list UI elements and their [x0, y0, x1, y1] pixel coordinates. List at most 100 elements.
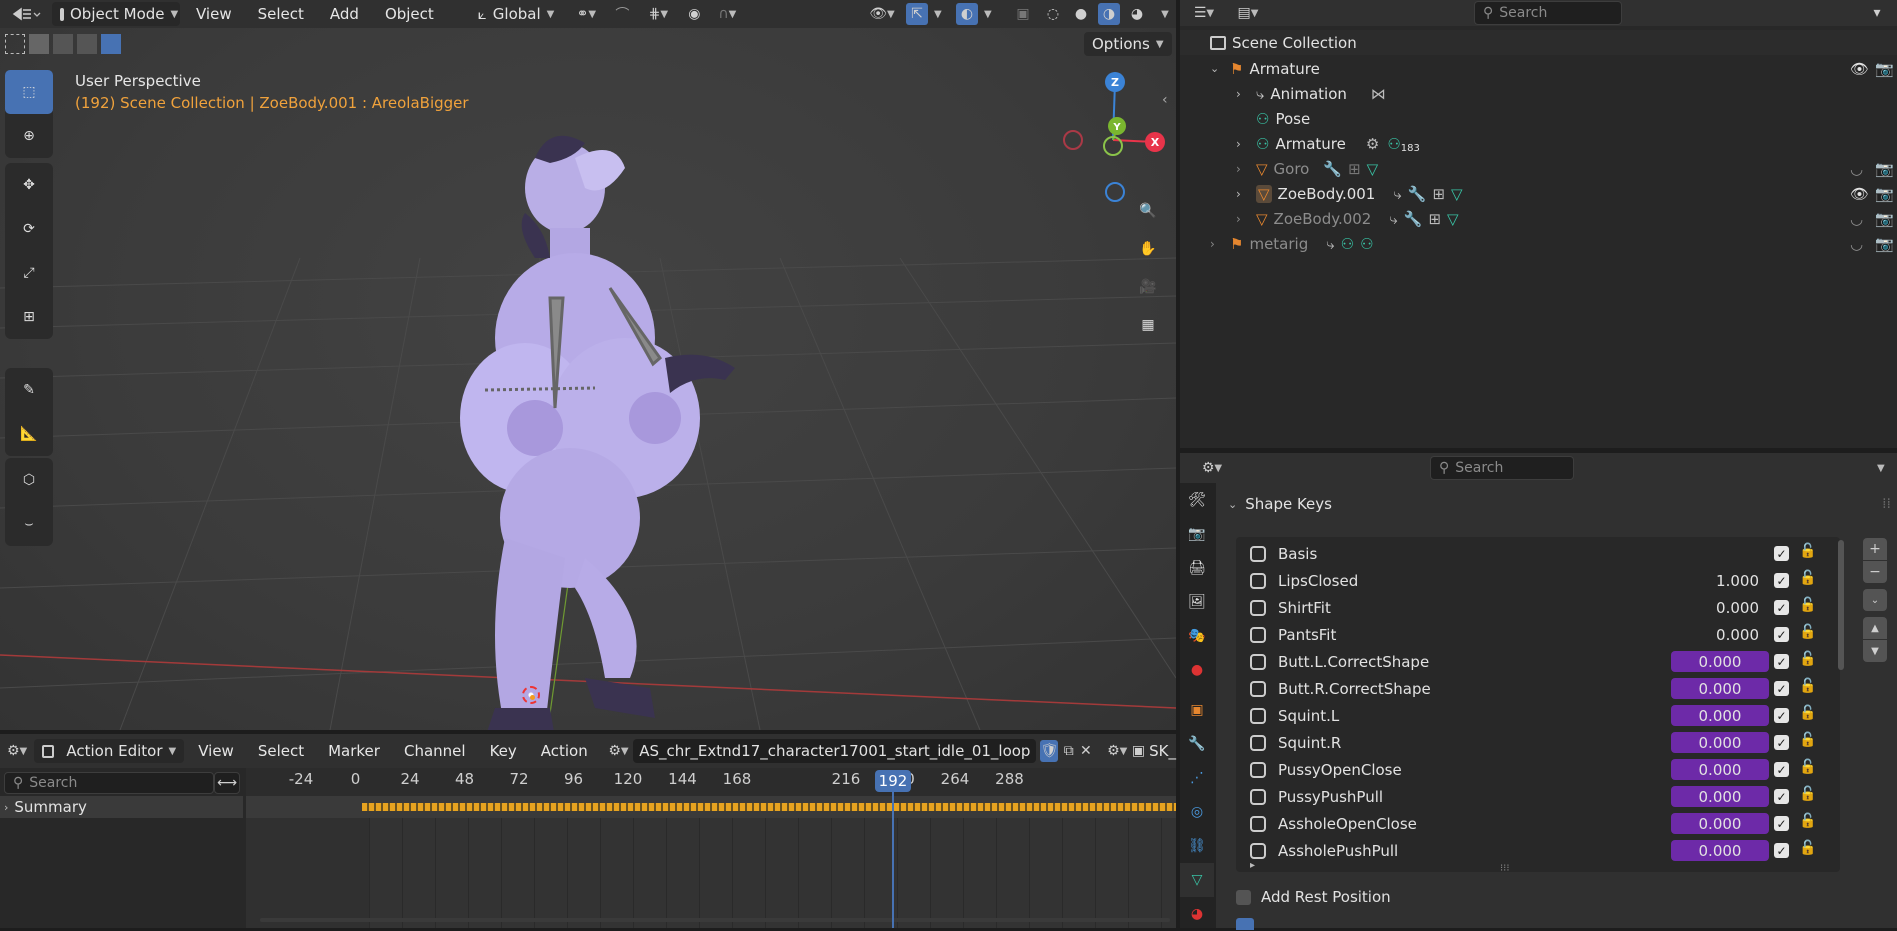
swap-arrows-icon[interactable]: ⟷ [214, 772, 240, 794]
lock-icon[interactable]: 🔓 [1799, 732, 1816, 748]
menu-select[interactable]: Select [248, 742, 314, 760]
chevron-down-icon[interactable]: ▼ [984, 9, 1004, 20]
shape-key-mute-checkbox[interactable]: ✓ [1774, 681, 1789, 696]
select-difference-icon[interactable] [77, 34, 97, 54]
eye-closed-icon[interactable]: ◡ [1850, 235, 1863, 253]
outliner-item-metarig[interactable]: › ⚑ metarig ⤷ ⚇ ⚇ ◡ 📷 [1180, 231, 1897, 256]
action-browse-icon[interactable]: ⚙ ▼ [608, 743, 629, 759]
outliner-item-goro[interactable]: › ▽ Goro 🔧 ⊞ ▽ ◡ 📷 [1180, 156, 1897, 181]
add-shape-key-button[interactable]: + [1863, 538, 1887, 560]
action-name-field[interactable]: AS_chr_Extnd17_character17001_start_idle… [633, 739, 1037, 763]
shape-key-value[interactable]: 0.000 [1671, 705, 1769, 726]
menu-add[interactable]: Add [320, 5, 369, 23]
outliner-item-armature-data[interactable]: › ⚇ Armature ⚙ ⚇ 183 [1180, 131, 1897, 156]
mode-dropdown[interactable]: Object Mode ▼ [52, 2, 180, 26]
shape-key-value[interactable]: 0.000 [1671, 651, 1769, 672]
outliner-item-zoebody-001[interactable]: › ▽ ZoeBody.001 ⤷ 🔧 ⊞ ▽ 👁 📷 [1180, 181, 1897, 206]
rendered-shading-icon[interactable]: ◕ [1126, 6, 1148, 22]
xray-icon[interactable]: ▣ [1010, 6, 1036, 22]
specials-menu-button[interactable]: ⌄ [1863, 589, 1887, 611]
list-resize-handle[interactable]: ⁝⁝⁝ [1500, 863, 1510, 874]
shape-key-value[interactable]: 0.000 [1671, 813, 1769, 834]
move-down-button[interactable]: ▼ [1863, 640, 1887, 662]
fake-user-icon[interactable]: 🛡 [1040, 740, 1059, 762]
unlink-action-icon[interactable]: ✕ [1079, 743, 1092, 759]
chevron-down-icon[interactable]: ▼ [934, 9, 950, 20]
tab-scene[interactable]: 🎭 [1180, 619, 1214, 653]
editor-type-icon[interactable]: ⚙ ▼ [1194, 460, 1230, 476]
tab-particles[interactable]: ⋰ [1180, 761, 1214, 795]
tab-material[interactable]: ◕ [1180, 897, 1214, 931]
orientation-dropdown[interactable]: ⟀ Global ▼ [470, 2, 563, 26]
lock-icon[interactable]: 🔓 [1799, 597, 1816, 613]
expand-arrow-icon[interactable]: ⌄ [1210, 62, 1224, 75]
outliner-item-animation[interactable]: › ⤷ Animation ⋈ [1180, 81, 1897, 106]
current-frame-badge[interactable]: 192 [875, 770, 911, 792]
shape-key-value[interactable]: 0.000 [1671, 732, 1769, 753]
sidebar-toggle-icon[interactable]: ‹ [1162, 92, 1168, 108]
camera-render-icon[interactable]: 📷 [1875, 60, 1894, 78]
tab-view-layer[interactable]: 🖼 [1180, 585, 1214, 619]
tab-object[interactable]: ▣ [1180, 693, 1214, 727]
channel-search-input[interactable]: ⚲ Search [4, 772, 214, 794]
duplicate-action-icon[interactable]: ⧉ [1062, 743, 1075, 759]
shape-key-value[interactable]: 0.000 [1671, 786, 1769, 807]
select-extend-icon[interactable] [29, 34, 49, 54]
outliner-item-pose[interactable]: ⚇ Pose [1180, 106, 1897, 131]
options-dropdown[interactable]: Options ▼ [1084, 32, 1172, 56]
tab-physics[interactable]: ◎ [1180, 795, 1214, 829]
lock-icon[interactable]: 🔓 [1799, 786, 1816, 802]
add-rest-position-checkbox[interactable] [1236, 889, 1251, 905]
lock-icon[interactable]: 🔓 [1799, 651, 1816, 667]
outliner-item-zoebody-002[interactable]: › ▽ ZoeBody.002 ⤷ 🔧 ⊞ ▽ ◡ 📷 [1180, 206, 1897, 231]
lock-icon[interactable]: 🔓 [1799, 570, 1816, 586]
rotate-tool[interactable]: ⟳ [5, 207, 53, 251]
camera-render-icon[interactable]: 📷 [1875, 235, 1894, 253]
falloff-icon[interactable]: ∩ ▼ [712, 6, 742, 22]
pan-button[interactable]: ✋ [1131, 232, 1165, 266]
move-up-button[interactable]: ▲ [1863, 617, 1887, 639]
outliner-item-armature[interactable]: ⌄ ⚑ Armature 👁 📷 [1180, 56, 1897, 81]
shape-key-mute-checkbox[interactable]: ✓ [1774, 627, 1789, 642]
select-new-icon[interactable] [5, 34, 25, 54]
character-model[interactable] [455, 118, 765, 730]
add-rest-position-row[interactable]: Add Rest Position [1236, 888, 1391, 906]
tab-output[interactable]: 🖨 [1180, 551, 1214, 585]
tab-world[interactable]: ● [1180, 653, 1214, 687]
snap-icon[interactable]: ⌒ [610, 4, 634, 24]
expand-arrow-icon[interactable]: › [1236, 212, 1250, 226]
expand-arrow-icon[interactable]: › [1210, 237, 1224, 251]
expand-arrow-icon[interactable]: › [1236, 187, 1250, 201]
shape-key-mute-checkbox[interactable]: ✓ [1774, 546, 1789, 561]
editor-type-icon[interactable]: ⚙ ▼ [4, 743, 30, 759]
menu-channel[interactable]: Channel [394, 742, 476, 760]
shape-key-mute-checkbox[interactable]: ✓ [1774, 654, 1789, 669]
lock-icon[interactable]: 🔓 [1799, 813, 1816, 829]
tab-render[interactable]: 📷 [1180, 517, 1214, 551]
camera-render-icon[interactable]: 📷 [1875, 160, 1894, 178]
shape-keys-panel-header[interactable]: ⌄ Shape Keys ⁞⁞ [1224, 489, 1897, 519]
lock-icon[interactable]: 🔓 [1799, 678, 1816, 694]
shape-key-row[interactable]: Basis [1240, 540, 1835, 567]
eye-closed-icon[interactable]: ◡ [1850, 160, 1863, 178]
shape-key-mute-checkbox[interactable]: ✓ [1774, 762, 1789, 777]
expand-arrow-icon[interactable]: › [1236, 87, 1250, 101]
shape-key-value[interactable]: 0.000 [1671, 624, 1769, 645]
menu-view[interactable]: View [186, 5, 242, 23]
shape-key-mute-checkbox[interactable]: ✓ [1774, 843, 1789, 858]
sk-label[interactable]: SK_ [1149, 742, 1176, 760]
shape-key-value[interactable]: 1.000 [1671, 570, 1769, 591]
measure-tool[interactable]: 📐 [5, 412, 53, 456]
camera-render-icon[interactable]: 📷 [1875, 185, 1894, 203]
camera-render-icon[interactable]: 📷 [1875, 210, 1894, 228]
chevron-down-icon[interactable]: ▼ [1154, 9, 1176, 20]
add-cube-tool[interactable]: ⬡ [5, 458, 53, 502]
shape-key-mute-checkbox[interactable]: ✓ [1774, 816, 1789, 831]
remove-shape-key-button[interactable]: − [1863, 561, 1887, 583]
properties-search-input[interactable]: ⚲ Search [1430, 456, 1574, 480]
snap-target-icon[interactable]: ⋕ ▼ [640, 6, 676, 22]
shape-key-mute-checkbox[interactable]: ✓ [1774, 600, 1789, 615]
tab-data[interactable]: ▽ [1180, 863, 1214, 897]
eye-closed-icon[interactable]: ◡ [1850, 210, 1863, 228]
summary-row[interactable]: › Summary [0, 796, 243, 818]
